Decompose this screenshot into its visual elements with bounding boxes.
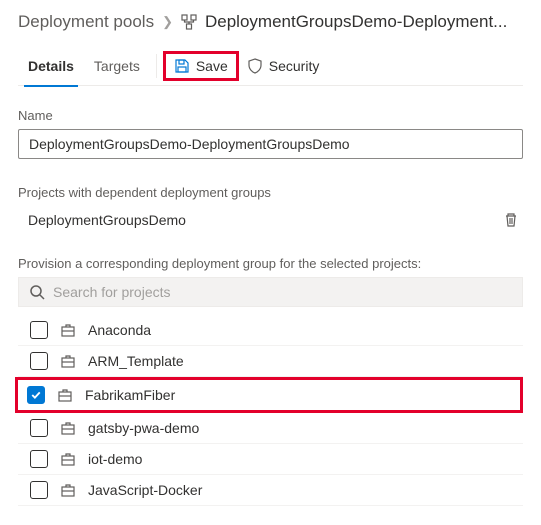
- project-name: Anaconda: [88, 322, 151, 338]
- security-label: Security: [269, 58, 320, 74]
- briefcase-icon: [60, 353, 76, 369]
- project-name: gatsby-pwa-demo: [88, 420, 199, 436]
- name-input[interactable]: [18, 129, 523, 159]
- project-name: iot-demo: [88, 451, 142, 467]
- project-name: FabrikamFiber: [85, 387, 175, 403]
- save-label: Save: [196, 58, 228, 74]
- pool-icon: [181, 14, 197, 30]
- chevron-right-icon: ❯: [162, 14, 173, 30]
- dependent-project-name: DeploymentGroupsDemo: [28, 212, 186, 228]
- dependent-project-row: DeploymentGroupsDemo: [18, 206, 523, 234]
- briefcase-icon: [60, 482, 76, 498]
- project-list: Anaconda ARM_Template FabrikamFiber gatsby-…: [18, 315, 523, 506]
- search-input[interactable]: [53, 284, 512, 300]
- search-icon: [29, 284, 45, 300]
- save-button[interactable]: Save: [163, 51, 239, 81]
- save-icon: [174, 58, 190, 74]
- name-label: Name: [18, 108, 523, 123]
- briefcase-icon: [57, 387, 73, 403]
- dependent-label: Projects with dependent deployment group…: [18, 185, 523, 200]
- project-row[interactable]: JavaScript-Docker: [18, 475, 523, 506]
- project-row[interactable]: FabrikamFiber: [15, 377, 523, 413]
- breadcrumb: Deployment pools ❯ DeploymentGroupsDemo-…: [18, 12, 523, 32]
- project-row[interactable]: gatsby-pwa-demo: [18, 413, 523, 444]
- shield-icon: [247, 58, 263, 74]
- search-wrap[interactable]: [18, 277, 523, 307]
- breadcrumb-root[interactable]: Deployment pools: [18, 12, 154, 32]
- briefcase-icon: [60, 451, 76, 467]
- project-name: JavaScript-Docker: [88, 482, 202, 498]
- project-checkbox[interactable]: [30, 321, 48, 339]
- briefcase-icon: [60, 322, 76, 338]
- trash-icon[interactable]: [503, 212, 519, 228]
- project-row[interactable]: Anaconda: [18, 315, 523, 346]
- tab-bar: Details Targets Save Security: [18, 46, 523, 86]
- project-checkbox[interactable]: [30, 450, 48, 468]
- project-row[interactable]: iot-demo: [18, 444, 523, 475]
- tab-targets[interactable]: Targets: [84, 46, 150, 86]
- security-button[interactable]: Security: [239, 54, 328, 78]
- project-checkbox[interactable]: [27, 386, 45, 404]
- project-row[interactable]: ARM_Template: [18, 346, 523, 377]
- project-checkbox[interactable]: [30, 481, 48, 499]
- tab-separator: [156, 54, 157, 78]
- breadcrumb-current: DeploymentGroupsDemo-Deployment...: [205, 12, 507, 32]
- project-checkbox[interactable]: [30, 419, 48, 437]
- project-name: ARM_Template: [88, 353, 184, 369]
- briefcase-icon: [60, 420, 76, 436]
- tab-details[interactable]: Details: [18, 46, 84, 86]
- provision-label: Provision a corresponding deployment gro…: [18, 256, 523, 271]
- project-checkbox[interactable]: [30, 352, 48, 370]
